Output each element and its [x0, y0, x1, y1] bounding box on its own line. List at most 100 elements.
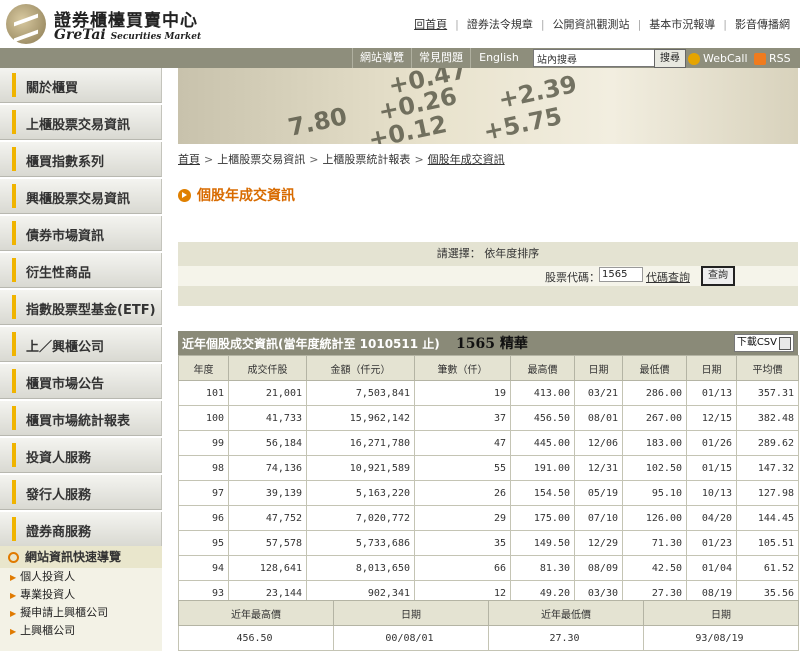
sidebar-item-announcements[interactable]: 櫃買市場公告 — [0, 364, 162, 399]
bullet-icon: ▶ — [10, 591, 17, 600]
bullet-icon: ▶ — [10, 573, 17, 582]
quick-link-applying[interactable]: ▶ 擬申請上興櫃公司 — [0, 604, 162, 622]
table-cell: 03/21 — [574, 380, 623, 406]
header: 證券櫃檯買賣中心 GreTai Securities Market 回首頁 | 證券… — [0, 0, 800, 48]
table-cell: 74,136 — [228, 455, 307, 481]
sidebar-item-brokers[interactable]: 證券商服務 — [0, 512, 162, 547]
sidebar-item-issuers[interactable]: 發行人服務 — [0, 475, 162, 510]
sidebar: 關於櫃買 上櫃股票交易資訊 櫃買指數系列 興櫃股票交易資訊 債券市場資訊 衍生性… — [0, 68, 162, 549]
nav-english[interactable]: English — [470, 48, 527, 68]
summary-column-header: 近年最低價 — [488, 600, 644, 626]
table-cell: 07/10 — [574, 505, 623, 531]
summary-header-row: 近年最高價 日期 近年最低價 日期 — [178, 600, 799, 626]
top-links: 回首頁 | 證券法令規章 | 公開資訊觀測站 | 基本市況報導 | 影音傳播網 — [414, 18, 790, 31]
sidebar-item-emerging[interactable]: 興櫃股票交易資訊 — [0, 179, 162, 214]
bullet-icon: ▶ — [10, 627, 17, 636]
sidebar-item-derivatives[interactable]: 衍生性商品 — [0, 253, 162, 288]
table-cell: 12/06 — [574, 430, 623, 456]
title-arrow-icon — [178, 189, 191, 202]
table-cell: 8,013,650 — [306, 555, 415, 581]
sidebar-item-statistics[interactable]: 櫃買市場統計報表 — [0, 401, 162, 436]
table-cell: 01/23 — [686, 530, 737, 556]
table-cell: 81.30 — [510, 555, 575, 581]
table-cell: 128,641 — [228, 555, 307, 581]
banner-image: 7.80 +0.26 +0.12 +0.47 +2.39 +5.75 — [178, 68, 798, 144]
table-body: 101 21,001 7,503,841 19 413.00 03/21 286.00 01/… — [178, 380, 799, 606]
page-title: 個股年成交資訊 — [178, 185, 295, 205]
table-caption: 近年個股成交資訊(當年度統計至 1010511 止) — [182, 337, 440, 351]
column-header: 筆數（仟） — [414, 355, 511, 381]
table-cell: 289.62 — [736, 430, 799, 456]
table-cell: 127.98 — [736, 480, 799, 506]
download-csv-button[interactable]: 下載CSV — [733, 334, 794, 352]
table-cell: 191.00 — [510, 455, 575, 481]
code-lookup-link[interactable]: 代碼查詢 — [646, 269, 690, 285]
stock-code-input[interactable] — [599, 267, 643, 282]
breadcrumb-statistics[interactable]: 上櫃股票統計報表 — [322, 153, 410, 166]
table-cell: 57,578 — [228, 530, 307, 556]
query-button[interactable]: 查詢 — [701, 266, 735, 286]
summary-cell: 93/08/19 — [643, 625, 799, 651]
table-cell: 101 — [178, 380, 229, 406]
breadcrumb-home[interactable]: 首頁 — [178, 153, 200, 166]
table-cell: 147.32 — [736, 455, 799, 481]
sidebar-item-investors[interactable]: 投資人服務 — [0, 438, 162, 473]
sidebar-item-otc-trading[interactable]: 上櫃股票交易資訊 — [0, 105, 162, 140]
table-cell: 56,184 — [228, 430, 307, 456]
quick-link-professional[interactable]: ▶ 專業投資人 — [0, 586, 162, 604]
table-cell: 100 — [178, 405, 229, 431]
breadcrumb-otc-trading[interactable]: 上櫃股票交易資訊 — [217, 153, 305, 166]
top-link-market-report[interactable]: 基本市況報導 — [649, 18, 715, 31]
quick-nav-panel: 網站資訊快速導覽 ▶ 個人投資人 ▶ 專業投資人 ▶ 擬申請上興櫃公司 ▶ 上興櫃公司 — [0, 546, 162, 651]
sidebar-item-about[interactable]: 關於櫃買 — [0, 68, 162, 103]
table-cell: 7,503,841 — [306, 380, 415, 406]
summary-data-table: 近年最高價 日期 近年最低價 日期 456.50 00/08/01 27.30 93/08/… — [178, 600, 799, 651]
table-cell: 10,921,589 — [306, 455, 415, 481]
table-row: 101 21,001 7,503,841 19 413.00 03/21 286.00 01/… — [178, 380, 799, 406]
column-header: 日期 — [686, 355, 737, 381]
nav-faq[interactable]: 常見問題 — [411, 48, 470, 68]
table-cell: 16,271,780 — [306, 430, 415, 456]
quick-link-listed[interactable]: ▶ 上興櫃公司 — [0, 622, 162, 640]
rss-link[interactable]: RSS — [754, 50, 791, 68]
table-header-bar: 近年個股成交資訊(當年度統計至 1010511 止) 1565 精華 下載CSV — [178, 331, 798, 355]
table-cell: 01/15 — [686, 455, 737, 481]
nav-sitemap[interactable]: 網站導覽 — [352, 48, 411, 68]
top-link-mops[interactable]: 公開資訊觀測站 — [553, 18, 630, 31]
sidebar-item-etf[interactable]: 指數股票型基金(ETF) — [0, 290, 162, 325]
table-cell: 97 — [178, 480, 229, 506]
webcall-link[interactable]: WebCall — [688, 50, 748, 68]
table-cell: 456.50 — [510, 405, 575, 431]
summary-table: 近年最高價 日期 近年最低價 日期 456.50 00/08/01 27.30 93/08/… — [178, 600, 799, 651]
table-row: 99 56,184 16,271,780 47 445.00 12/06 183.00 01/… — [178, 430, 799, 456]
sidebar-item-bonds[interactable]: 債券市場資訊 — [0, 216, 162, 251]
sidebar-item-companies[interactable]: 上／興櫃公司 — [0, 327, 162, 362]
search-button[interactable]: 搜尋 — [654, 49, 686, 68]
breadcrumb-current[interactable]: 個股年成交資訊 — [428, 153, 505, 166]
table-cell: 15,962,142 — [306, 405, 415, 431]
sidebar-item-index[interactable]: 櫃買指數系列 — [0, 142, 162, 177]
top-link-home[interactable]: 回首頁 — [414, 18, 447, 31]
summary-column-header: 近年最高價 — [178, 600, 334, 626]
table-cell: 286.00 — [622, 380, 687, 406]
table-cell: 126.00 — [622, 505, 687, 531]
table-cell: 35 — [414, 530, 511, 556]
breadcrumb: 首頁 > 上櫃股票交易資訊 > 上櫃股票統計報表 > 個股年成交資訊 — [178, 153, 505, 166]
top-link-video[interactable]: 影音傳播網 — [735, 18, 790, 31]
table-stock-name: 1565 精華 — [456, 336, 528, 352]
query-panel: 請選擇： 依年度排序 股票代碼： 代碼查詢 查詢 — [178, 242, 798, 306]
table-header-row: 年度 成交仟股 金額（仟元） 筆數（仟） 最高價 日期 最低價 日期 平均價 — [178, 355, 799, 381]
logo-emblem-icon — [6, 4, 46, 44]
table-cell: 149.50 — [510, 530, 575, 556]
summary-row: 456.50 00/08/01 27.30 93/08/19 — [178, 625, 799, 651]
quick-link-individual[interactable]: ▶ 個人投資人 — [0, 568, 162, 586]
table-cell: 19 — [414, 380, 511, 406]
table-row: 100 41,733 15,962,142 37 456.50 08/01 267.00 12… — [178, 405, 799, 431]
table-cell: 10/13 — [686, 480, 737, 506]
top-link-regulations[interactable]: 證券法令規章 — [467, 18, 533, 31]
table-cell: 382.48 — [736, 405, 799, 431]
search-input[interactable] — [533, 49, 656, 67]
yearly-trading-table: 近年個股成交資訊(當年度統計至 1010511 止) 1565 精華 下載CSV… — [178, 331, 799, 606]
table-cell: 08/01 — [574, 405, 623, 431]
gretai-logo[interactable]: 證券櫃檯買賣中心 GreTai Securities Market — [6, 4, 206, 44]
